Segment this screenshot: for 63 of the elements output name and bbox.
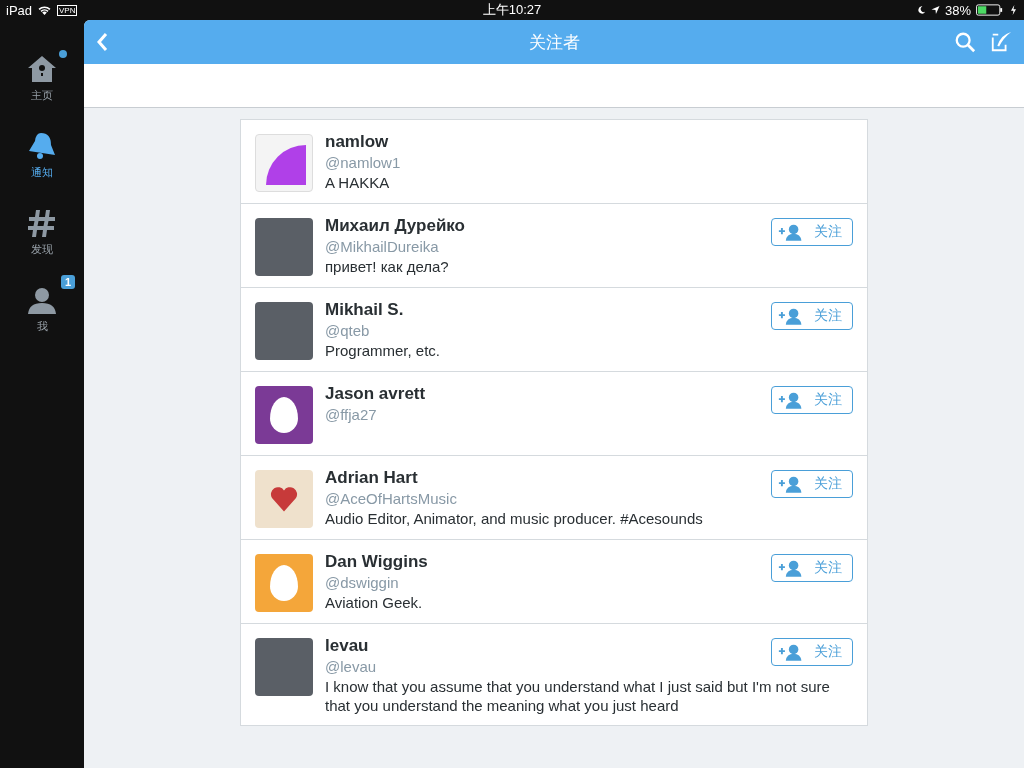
compose-quill-icon[interactable]	[990, 31, 1012, 53]
clock: 上午10:27	[482, 1, 542, 19]
user-name: Mikhail S.	[325, 300, 404, 320]
user-bio: Audio Editor, Animator, and music producer. #Acesounds	[325, 509, 704, 528]
moon-icon	[916, 5, 926, 15]
user-bio: Programmer, etc.	[325, 341, 442, 360]
follower-row[interactable]: Михаил Дурейко @MikhailDureika 关注 привет! как дела?	[241, 204, 867, 288]
sidebar-label: 发现	[31, 242, 53, 257]
battery-percent: 38%	[944, 2, 971, 18]
sidebar-label: 我	[36, 319, 48, 334]
user-handle: @AceOfHartsMusic	[325, 490, 457, 507]
user-handle: @levau	[325, 658, 377, 675]
back-chevron-icon[interactable]	[96, 32, 108, 52]
birdhouse-icon	[27, 54, 57, 84]
follower-row[interactable]: levau @levau 关注 I know that you assume that you understand what I just said but I'm not sure that you understand the meaning what you just heard	[241, 624, 867, 726]
wifi-icon	[37, 4, 53, 16]
follower-row[interactable]: Jason avrett @ffja27 关注	[241, 372, 867, 456]
user-name: namlow	[325, 132, 390, 152]
user-handle: @ffja27	[325, 406, 378, 423]
photo-placeholder	[255, 638, 313, 696]
notification-badge: 1	[60, 275, 75, 289]
person-icon	[27, 285, 57, 315]
user-handle: @qteb	[325, 322, 371, 339]
photo-placeholder	[255, 302, 313, 360]
sidebar-tab[interactable]: 发现	[27, 208, 57, 257]
add-person-icon	[778, 391, 804, 409]
follower-row[interactable]: Mikhail S. @qteb 关注 Programmer, etc.	[241, 288, 867, 372]
page-title: 关注者	[528, 31, 580, 54]
add-person-icon	[778, 559, 804, 577]
user-bio: I know that you assume that you understand what I just said but I'm not sure that you understand the meaning what you just heard	[325, 677, 831, 715]
user-name: levau	[325, 636, 370, 656]
sidebar-tab[interactable]: 通知	[27, 131, 57, 180]
user-name: Михаил Дурейко	[325, 216, 465, 236]
vpn-indicator: VPN	[57, 4, 78, 16]
follower-row[interactable]: Dan Wiggins @dswiggin 关注 Aviation Geek.	[241, 540, 867, 624]
sidebar-label: 通知	[31, 165, 53, 180]
follower-row[interactable]: Adrian Hart @AceOfHartsMusic 关注 Audio Editor, Animator, and music producer. #Acesounds	[241, 456, 867, 540]
user-handle: @dswiggin	[325, 574, 400, 591]
bell-icon	[27, 131, 57, 161]
user-bio: Aviation Geek.	[325, 593, 424, 612]
user-name: Dan Wiggins	[325, 552, 428, 572]
user-bio: привет! как дела?	[325, 257, 450, 276]
add-person-icon	[778, 643, 804, 661]
add-person-icon	[778, 223, 804, 241]
battery-icon	[976, 4, 1004, 16]
user-name: Adrian Hart	[325, 468, 419, 488]
user-handle: @MikhailDureika	[325, 238, 440, 255]
location-arrow-icon	[930, 5, 940, 15]
search-icon[interactable]	[954, 31, 976, 53]
hashtag-icon	[27, 208, 57, 238]
user-name: Jason avrett	[325, 384, 426, 404]
user-bio: A HAKKA	[325, 173, 391, 192]
chart-thumbnail	[255, 134, 313, 192]
add-person-icon	[778, 475, 804, 493]
heart-icon	[269, 485, 299, 513]
sidebar-label: 主页	[31, 88, 53, 103]
photo-placeholder	[255, 218, 313, 276]
charging-bolt-icon	[1009, 5, 1018, 15]
user-handle: @namlow1	[325, 154, 401, 171]
add-person-icon	[778, 307, 804, 325]
sidebar-tab[interactable]: 主页	[27, 54, 57, 103]
follower-row[interactable]: namlow @namlow1 A HAKKA	[241, 120, 867, 204]
device-name: iPad	[6, 2, 33, 18]
